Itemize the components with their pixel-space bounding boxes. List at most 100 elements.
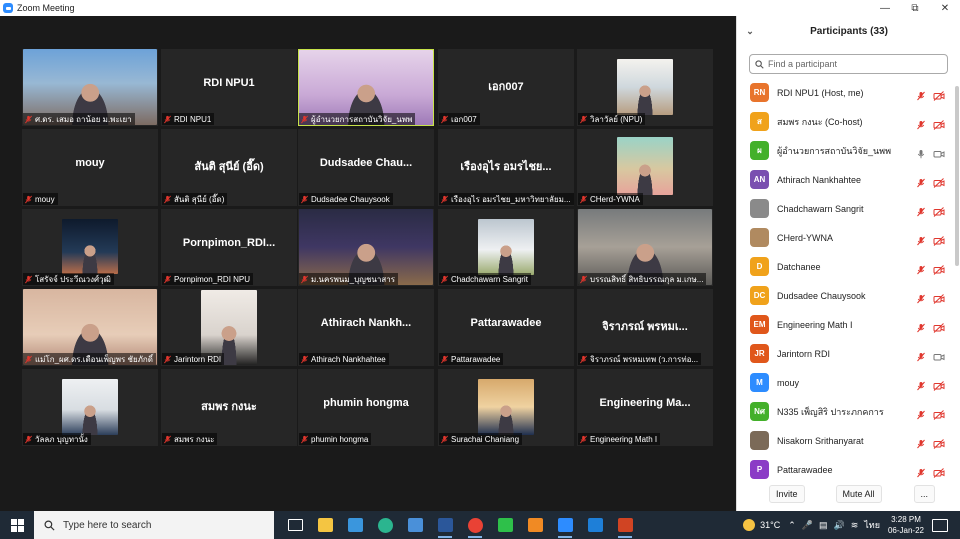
video-off-icon[interactable] xyxy=(933,233,945,246)
zoom-icon[interactable] xyxy=(552,511,578,539)
video-tile[interactable]: Jarintorn RDI xyxy=(161,289,297,366)
participant-row[interactable]: EM Engineering Math I xyxy=(737,310,955,339)
minimize-icon[interactable]: — xyxy=(870,0,900,16)
video-tile[interactable]: วัลลภ บุญทานั้ง xyxy=(22,369,158,446)
mic-muted-icon[interactable] xyxy=(916,175,926,187)
participant-row[interactable]: JR Jarintorn RDI xyxy=(737,339,955,368)
mic-muted-icon[interactable] xyxy=(916,204,926,216)
mic-muted-icon[interactable] xyxy=(916,262,926,274)
mic-muted-icon[interactable] xyxy=(916,436,926,448)
video-tile[interactable]: จิราภรณ์ พรหมเ... จิราภรณ์ พรหมเทพ (ว.การ… xyxy=(577,289,713,366)
participant-row[interactable]: CHerd-YWNA xyxy=(737,223,955,252)
video-tile[interactable]: Athirach Nankh... Athirach Nankhahtee xyxy=(298,289,434,366)
video-tile[interactable]: Surachai Chaniang xyxy=(438,369,574,446)
video-tile[interactable]: ผู้อำนวยการสถาบันวิจัย_นพพ xyxy=(298,49,434,126)
video-off-icon[interactable] xyxy=(933,378,945,391)
video-tile[interactable]: ศ.ดร. เสมอ ถาน้อย ม.พะเยา xyxy=(22,49,158,126)
mic-muted-icon[interactable] xyxy=(916,349,926,361)
word-icon[interactable] xyxy=(432,511,458,539)
store-icon[interactable] xyxy=(342,511,368,539)
volume-icon[interactable]: 🔊 xyxy=(833,520,844,531)
app-orange-icon[interactable] xyxy=(522,511,548,539)
restore-icon[interactable]: ⧉ xyxy=(900,0,930,16)
chevron-down-icon[interactable]: ⌄ xyxy=(737,26,763,37)
video-off-icon[interactable] xyxy=(933,88,945,101)
file-explorer-icon[interactable] xyxy=(312,511,338,539)
video-icon[interactable] xyxy=(933,349,945,360)
video-tile[interactable]: บรรณสิทธิ์ สิทธิบรรณกุล ม.เกษ... xyxy=(577,209,713,286)
line-icon[interactable] xyxy=(492,511,518,539)
video-tile[interactable]: mouy mouy xyxy=(22,129,158,206)
mic-muted-icon[interactable] xyxy=(916,378,926,390)
video-off-icon[interactable] xyxy=(933,204,945,217)
video-off-icon[interactable] xyxy=(933,175,945,188)
microphone-tray-icon[interactable]: 🎤 xyxy=(802,520,813,531)
participant-row[interactable]: Nisakorn Srithanyarat xyxy=(737,426,955,455)
mute-all-button[interactable]: Mute All xyxy=(835,485,882,503)
network-icon[interactable]: ▤ xyxy=(819,520,828,531)
video-tile[interactable]: phumin hongma phumin hongma xyxy=(298,369,434,446)
video-tile[interactable]: Pornpimon_RDI... Pornpimon_RDI NPU xyxy=(161,209,297,286)
participant-row[interactable]: RN RDI NPU1 (Host, me) xyxy=(737,78,955,107)
video-tile[interactable]: สันติ สุนีย์ (อี๊ด) สันติ สุนีย์ (อี๊ด) xyxy=(161,129,297,206)
clock[interactable]: 3:28 PM 06-Jan-22 xyxy=(888,514,924,536)
chrome-icon[interactable] xyxy=(462,511,488,539)
video-tile[interactable]: วิลาวัลย์ (NPU) xyxy=(577,49,713,126)
video-off-icon[interactable] xyxy=(933,465,945,478)
notifications-icon[interactable] xyxy=(932,518,948,532)
video-off-icon[interactable] xyxy=(933,291,945,304)
mic-muted-icon[interactable] xyxy=(916,291,926,303)
invite-button[interactable]: Invite xyxy=(769,485,805,503)
video-off-icon[interactable] xyxy=(933,320,945,333)
panel-scrollbar[interactable] xyxy=(955,86,959,266)
temperature[interactable]: 31°C xyxy=(760,520,780,530)
input-language[interactable]: ไทย xyxy=(864,518,880,532)
participant-row[interactable]: AN Athirach Nankhahtee xyxy=(737,165,955,194)
photos-icon[interactable] xyxy=(582,511,608,539)
mic-muted-icon[interactable] xyxy=(916,320,926,332)
video-tile[interactable]: โสรัจจ์ ประวีณวงศ์วุฒิ xyxy=(22,209,158,286)
video-tile[interactable]: สมพร กงนะ สมพร กงนะ xyxy=(161,369,297,446)
show-hidden-icons-icon[interactable]: ⌃ xyxy=(788,520,796,531)
video-off-icon[interactable] xyxy=(933,262,945,275)
participant-search-input[interactable]: Find a participant xyxy=(749,54,948,74)
video-tile[interactable]: Engineering Ma... Engineering Math I xyxy=(577,369,713,446)
video-tile[interactable]: เอก007 เอก007 xyxy=(438,49,574,126)
video-tile[interactable]: เรืองอุไร อมรไชย... เรืองอุไร อมรไชย_มหาว… xyxy=(438,129,574,206)
mic-icon[interactable] xyxy=(916,146,926,158)
mic-muted-icon[interactable] xyxy=(916,407,926,419)
participant-row[interactable]: ผ ผู้อำนวยการสถาบันวิจัย_นพพ xyxy=(737,136,955,165)
video-tile[interactable]: ม.นครพนม_บุญชนาสาร xyxy=(298,209,434,286)
video-tile[interactable]: Dudsadee Chau... Dudsadee Chauysook xyxy=(298,129,434,206)
mail-icon[interactable] xyxy=(402,511,428,539)
weather-icon[interactable] xyxy=(743,519,756,531)
close-icon[interactable]: ✕ xyxy=(930,0,960,16)
mic-muted-icon[interactable] xyxy=(916,465,926,477)
video-tile[interactable]: Pattarawadee Pattarawadee xyxy=(438,289,574,366)
video-off-icon[interactable] xyxy=(933,117,945,130)
participant-row[interactable]: P Pattarawadee xyxy=(737,455,955,484)
edge-icon[interactable] xyxy=(372,511,398,539)
video-tile[interactable]: Chadchawarn Sangrit xyxy=(438,209,574,286)
participant-row[interactable]: Chadchawarn Sangrit xyxy=(737,194,955,223)
participant-row[interactable]: ส สมพร กงนะ (Co-host) xyxy=(737,107,955,136)
video-off-icon[interactable] xyxy=(933,436,945,449)
windows-start-icon[interactable] xyxy=(0,511,34,539)
video-tile[interactable]: CHerd-YWNA xyxy=(577,129,713,206)
video-off-icon[interactable] xyxy=(933,407,945,420)
taskbar-search-box[interactable]: Type here to search xyxy=(34,511,274,539)
mic-muted-icon[interactable] xyxy=(916,117,926,129)
video-tile[interactable]: RDI NPU1 RDI NPU1 xyxy=(161,49,297,126)
video-icon[interactable] xyxy=(933,146,945,157)
mic-muted-icon[interactable] xyxy=(916,233,926,245)
wifi-icon[interactable]: ≋ xyxy=(851,520,859,531)
task-view-icon[interactable] xyxy=(282,511,308,539)
participant-row[interactable]: DC Dudsadee Chauysook xyxy=(737,281,955,310)
participant-row[interactable]: Nศ N335 เพ็ญสิริ ปาระภกคการ xyxy=(737,397,955,426)
participant-row[interactable]: D Datchanee xyxy=(737,252,955,281)
mic-muted-icon[interactable] xyxy=(916,88,926,100)
participant-row[interactable]: Mmouy xyxy=(737,368,955,397)
video-tile[interactable]: แม่โก_ผศ.ดร.เดือนเพ็ญพร ชัยภักดิ์ xyxy=(22,289,158,366)
powerpoint-icon[interactable] xyxy=(612,511,638,539)
more-button[interactable]: ... xyxy=(913,485,936,503)
